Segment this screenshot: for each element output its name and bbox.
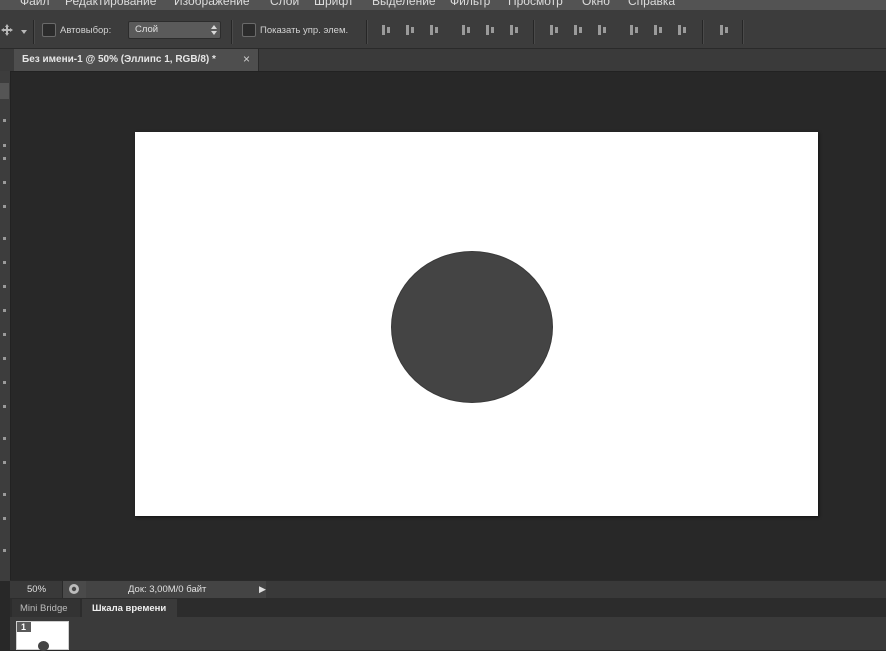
- status-menu-button[interactable]: [62, 581, 87, 598]
- frame-number-box: 1: [17, 622, 31, 632]
- document-canvas[interactable]: [135, 132, 818, 516]
- close-tab-icon[interactable]: ×: [243, 52, 250, 66]
- distribute-left-edges-icon[interactable]: [628, 23, 640, 37]
- separator: [33, 20, 35, 44]
- tool-flyout-icon: [3, 285, 6, 288]
- separator: [366, 20, 368, 44]
- tool-preset-dropdown-icon[interactable]: [20, 27, 28, 34]
- tool-flyout-icon: [3, 205, 6, 208]
- align-left-edges-icon[interactable]: [460, 23, 472, 37]
- timeline-frame[interactable]: 1: [16, 621, 69, 651]
- document-tab-title: Без имени-1 @ 50% (Эллипс 1, RGB/8) *: [22, 54, 216, 65]
- move-tool-icon[interactable]: [0, 24, 14, 36]
- align-top-edges-icon[interactable]: [380, 23, 392, 37]
- separator: [533, 20, 535, 44]
- tools-panel-edge[interactable]: [0, 71, 11, 581]
- status-settings-icon: [68, 583, 80, 595]
- show-transform-controls-label: Показать упр. элем.: [260, 25, 349, 36]
- frame-number: 1: [21, 622, 27, 632]
- distribute-bottom-edges-icon[interactable]: [596, 23, 608, 37]
- updown-arrows-icon: [211, 25, 217, 35]
- menu-filter[interactable]: Фильтр: [450, 0, 490, 8]
- tool-flyout-icon: [3, 309, 6, 312]
- show-transform-controls-checkbox[interactable]: [242, 23, 256, 37]
- autoselect-checkbox[interactable]: [42, 23, 56, 37]
- tool-flyout-icon: [3, 357, 6, 360]
- document-tab[interactable]: Без имени-1 @ 50% (Эллипс 1, RGB/8) * ×: [14, 49, 259, 71]
- document-info: Док: 3,00M/0 байт: [128, 584, 207, 595]
- tool-flyout-icon: [3, 405, 6, 408]
- autoselect-dropdown[interactable]: Слой: [128, 21, 221, 39]
- timeline-panel: 1: [10, 617, 886, 651]
- document-info-field[interactable]: Док: 3,00M/0 байт: [86, 581, 266, 598]
- distribute-vertical-centers-icon[interactable]: [572, 23, 584, 37]
- menu-layers[interactable]: Слои: [270, 0, 299, 8]
- align-vertical-centers-icon[interactable]: [404, 23, 416, 37]
- menu-view[interactable]: Просмотр: [508, 0, 563, 8]
- tool-flyout-icon: [3, 493, 6, 496]
- tool-flyout-icon: [3, 517, 6, 520]
- autoselect-value: Слой: [135, 24, 159, 35]
- tab-mini-bridge[interactable]: Mini Bridge: [12, 599, 80, 617]
- tool-flyout-icon: [3, 381, 6, 384]
- tool-flyout-icon: [3, 237, 6, 240]
- tab-timeline-label: Шкала времени: [92, 603, 167, 614]
- menu-file[interactable]: Файл: [20, 0, 50, 8]
- menu-help[interactable]: Справка: [628, 0, 675, 8]
- separator: [742, 20, 744, 44]
- tool-flyout-icon: [3, 157, 6, 160]
- separator: [231, 20, 233, 44]
- menu-type[interactable]: Шрифт: [314, 0, 353, 8]
- menu-select[interactable]: Выделение: [372, 0, 436, 8]
- distribute-top-edges-icon[interactable]: [548, 23, 560, 37]
- distribute-horizontal-centers-icon[interactable]: [652, 23, 664, 37]
- align-horizontal-centers-icon[interactable]: [484, 23, 496, 37]
- tool-flyout-icon: [3, 144, 6, 147]
- distribute-right-edges-icon[interactable]: [676, 23, 688, 37]
- align-right-edges-icon[interactable]: [508, 23, 520, 37]
- tool-flyout-icon: [3, 181, 6, 184]
- menu-edit[interactable]: Редактирование: [65, 0, 156, 8]
- separator: [702, 20, 704, 44]
- tool-flyout-icon: [3, 437, 6, 440]
- bottom-panel-tabs: Mini Bridge Шкала времени: [10, 598, 886, 617]
- menu-bar: Файл Редактирование Изображение Слои Шри…: [0, 0, 886, 10]
- status-bar: 50% Док: 3,00M/0 байт ▶: [10, 580, 886, 598]
- align-bottom-edges-icon[interactable]: [428, 23, 440, 37]
- tool-flyout-icon: [3, 549, 6, 552]
- auto-align-layers-icon[interactable]: [718, 23, 730, 37]
- menu-image[interactable]: Изображение: [174, 0, 250, 8]
- tool-flyout-icon: [3, 119, 6, 122]
- tab-timeline[interactable]: Шкала времени: [82, 599, 177, 617]
- options-bar: Автовыбор: Слой Показать упр. элем.: [0, 10, 886, 49]
- tool-flyout-icon: [3, 261, 6, 264]
- ellipse-shape[interactable]: [391, 251, 553, 403]
- tab-mini-bridge-label: Mini Bridge: [20, 603, 68, 614]
- zoom-level[interactable]: 50%: [27, 584, 46, 595]
- tool-flyout-icon: [3, 333, 6, 336]
- tool-slot[interactable]: [0, 83, 9, 99]
- tool-flyout-icon: [3, 461, 6, 464]
- autoselect-label: Автовыбор:: [60, 25, 112, 36]
- status-info-arrow-icon[interactable]: ▶: [259, 584, 266, 595]
- menu-window[interactable]: Окно: [582, 0, 610, 8]
